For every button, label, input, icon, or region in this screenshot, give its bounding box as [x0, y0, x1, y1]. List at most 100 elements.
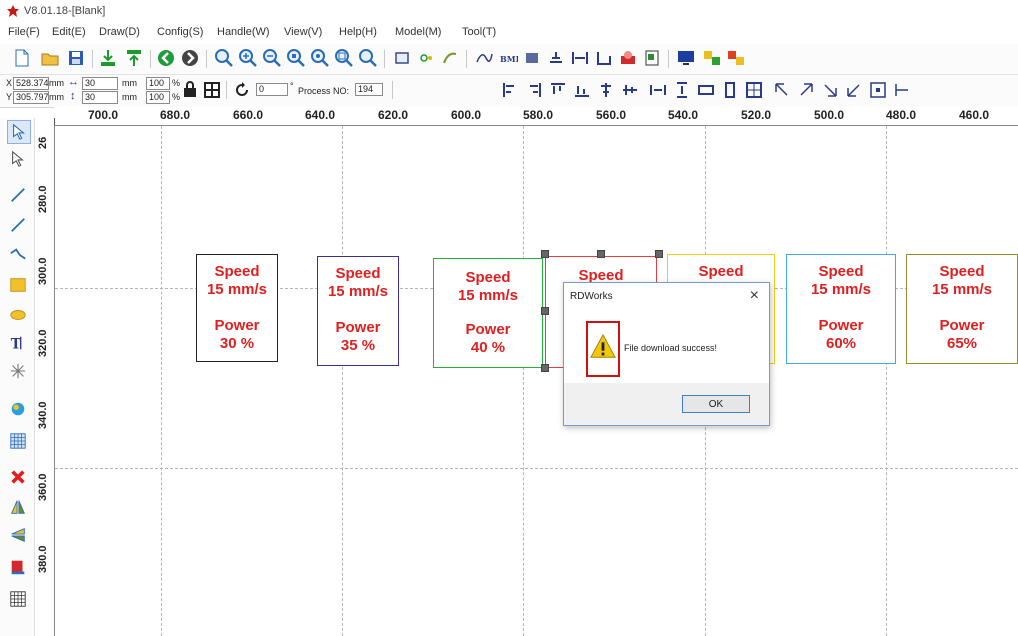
export-icon[interactable]: [124, 48, 144, 68]
x-position-field[interactable]: 528.374: [13, 77, 49, 90]
engrave-card[interactable]: Speed 15 mm/s Power 60%: [786, 254, 896, 364]
y-position-field[interactable]: 305.797: [13, 91, 49, 104]
mirror-h-icon[interactable]: [570, 48, 590, 68]
frame-icon[interactable]: [522, 48, 542, 68]
scale-y-field[interactable]: 100: [146, 91, 170, 104]
align-right-icon[interactable]: [524, 80, 544, 100]
position-tool-icon[interactable]: [7, 556, 29, 578]
menu-view[interactable]: View(V): [284, 26, 322, 38]
align-bottom-icon[interactable]: [572, 80, 592, 100]
selection-handle[interactable]: [541, 307, 549, 315]
delete-tool-icon[interactable]: [7, 466, 29, 488]
zoom-all-icon[interactable]: [310, 48, 330, 68]
grid-array-tool-icon[interactable]: [7, 430, 29, 452]
align-left-icon[interactable]: [500, 80, 520, 100]
laser-head-icon[interactable]: [618, 48, 638, 68]
card-speed-value: 15 mm/s: [810, 281, 872, 298]
zoom-page-icon[interactable]: [286, 48, 306, 68]
mirror-v-icon[interactable]: [594, 48, 614, 68]
ellipse-tool-icon[interactable]: [7, 304, 29, 326]
ruler-top: 700.0 680.0 660.0 640.0 620.0 600.0 580.…: [54, 107, 1018, 126]
grid-align-icon[interactable]: [202, 80, 222, 100]
curve-tool-icon[interactable]: [7, 244, 29, 266]
forward-arrow-icon[interactable]: [180, 48, 200, 68]
ok-button[interactable]: OK: [682, 395, 750, 413]
arrow-ne-icon[interactable]: [796, 80, 816, 100]
height-field[interactable]: 30: [82, 91, 118, 104]
engrave-card[interactable]: Speed 15 mm/s Power 35 %: [317, 256, 399, 366]
align-center-h-icon[interactable]: [596, 80, 616, 100]
line-tool-icon[interactable]: [7, 184, 29, 206]
arrow-nw-icon[interactable]: [772, 80, 792, 100]
same-size-icon[interactable]: [744, 80, 764, 100]
polyline-tool-icon[interactable]: [7, 214, 29, 236]
center-page-icon[interactable]: [868, 80, 888, 100]
color-palette-icon[interactable]: [702, 48, 722, 68]
select-tool-icon[interactable]: [7, 120, 31, 144]
array-icon[interactable]: [546, 48, 566, 68]
import-icon[interactable]: [98, 48, 118, 68]
scale-x-field[interactable]: 100: [146, 77, 170, 90]
same-width-icon[interactable]: [696, 80, 716, 100]
rotate-angle-field[interactable]: 0: [256, 83, 288, 96]
same-height-icon[interactable]: [720, 80, 740, 100]
text-tool-icon[interactable]: T: [7, 332, 29, 354]
zoom-selection-icon[interactable]: [334, 48, 354, 68]
menu-draw[interactable]: Draw(D): [99, 26, 140, 38]
selection-handle[interactable]: [541, 364, 549, 372]
engrave-card[interactable]: Speed 15 mm/s Power 30 %: [196, 254, 278, 362]
selection-handle[interactable]: [541, 250, 549, 258]
distribute-h-icon[interactable]: [648, 80, 668, 100]
selection-handle[interactable]: [655, 250, 663, 258]
engrave-card[interactable]: Speed 15 mm/s Power 40 %: [433, 258, 543, 368]
arrow-sw-icon[interactable]: [844, 80, 864, 100]
drawing-canvas[interactable]: Speed 15 mm/s Power 30 % Speed 15 mm/s P…: [55, 126, 1018, 636]
process-no-field[interactable]: 194: [355, 83, 383, 96]
point-tool-icon[interactable]: [7, 360, 29, 382]
width-field[interactable]: 30: [82, 77, 118, 90]
zoom-window-icon[interactable]: [358, 48, 378, 68]
rotate-icon[interactable]: [232, 80, 252, 100]
mirror-horizontal-tool-icon[interactable]: [7, 496, 29, 518]
menu-file[interactable]: File(F): [8, 26, 40, 38]
new-file-icon[interactable]: [12, 48, 32, 68]
menu-config[interactable]: Config(S): [157, 26, 203, 38]
dialog-close-button[interactable]: ×: [750, 287, 759, 305]
align-top-icon[interactable]: [548, 80, 568, 100]
menu-handle[interactable]: Handle(W): [217, 26, 270, 38]
lock-ratio-icon[interactable]: [180, 80, 200, 100]
arrow-se-icon[interactable]: [820, 80, 840, 100]
rectangle-icon[interactable]: [392, 48, 412, 68]
engrave-card[interactable]: Speed 15 mm/s Power 65%: [906, 254, 1018, 364]
align-center-v-icon[interactable]: [620, 80, 640, 100]
open-folder-icon[interactable]: [40, 48, 60, 68]
tee-align-icon[interactable]: [892, 80, 912, 100]
preview-icon[interactable]: [416, 48, 436, 68]
zoom-in-icon[interactable]: [238, 48, 258, 68]
save-icon[interactable]: [66, 48, 86, 68]
bitmap-handle-icon[interactable]: BMP: [498, 48, 518, 68]
mirror-vertical-tool-icon[interactable]: [7, 524, 29, 546]
curve-smooth-icon[interactable]: [474, 48, 494, 68]
back-arrow-icon[interactable]: [156, 48, 176, 68]
process-no-label: Process NO:: [298, 86, 350, 96]
monitor-icon[interactable]: [676, 48, 696, 68]
zoom-out-icon[interactable]: [262, 48, 282, 68]
selection-handle[interactable]: [597, 250, 605, 258]
svg-text:BMP: BMP: [500, 54, 518, 64]
card-power-label: Power: [335, 319, 381, 336]
bitmap-tool-icon[interactable]: [7, 398, 29, 420]
rectangle-tool-icon[interactable]: [7, 274, 29, 296]
node-edit-tool-icon[interactable]: [7, 148, 29, 170]
simulate-icon[interactable]: [440, 48, 460, 68]
distribute-v-icon[interactable]: [672, 80, 692, 100]
menu-model[interactable]: Model(M): [395, 26, 441, 38]
menu-edit[interactable]: Edit(E): [52, 26, 86, 38]
document-icon[interactable]: [642, 48, 662, 68]
menu-help[interactable]: Help(H): [339, 26, 377, 38]
menu-tool[interactable]: Tool(T): [462, 26, 496, 38]
array-copy-tool-icon[interactable]: [7, 588, 29, 610]
color-palette-2-icon[interactable]: [726, 48, 746, 68]
ruler-label: 380.0: [37, 545, 49, 573]
zoom-icon[interactable]: [214, 48, 234, 68]
